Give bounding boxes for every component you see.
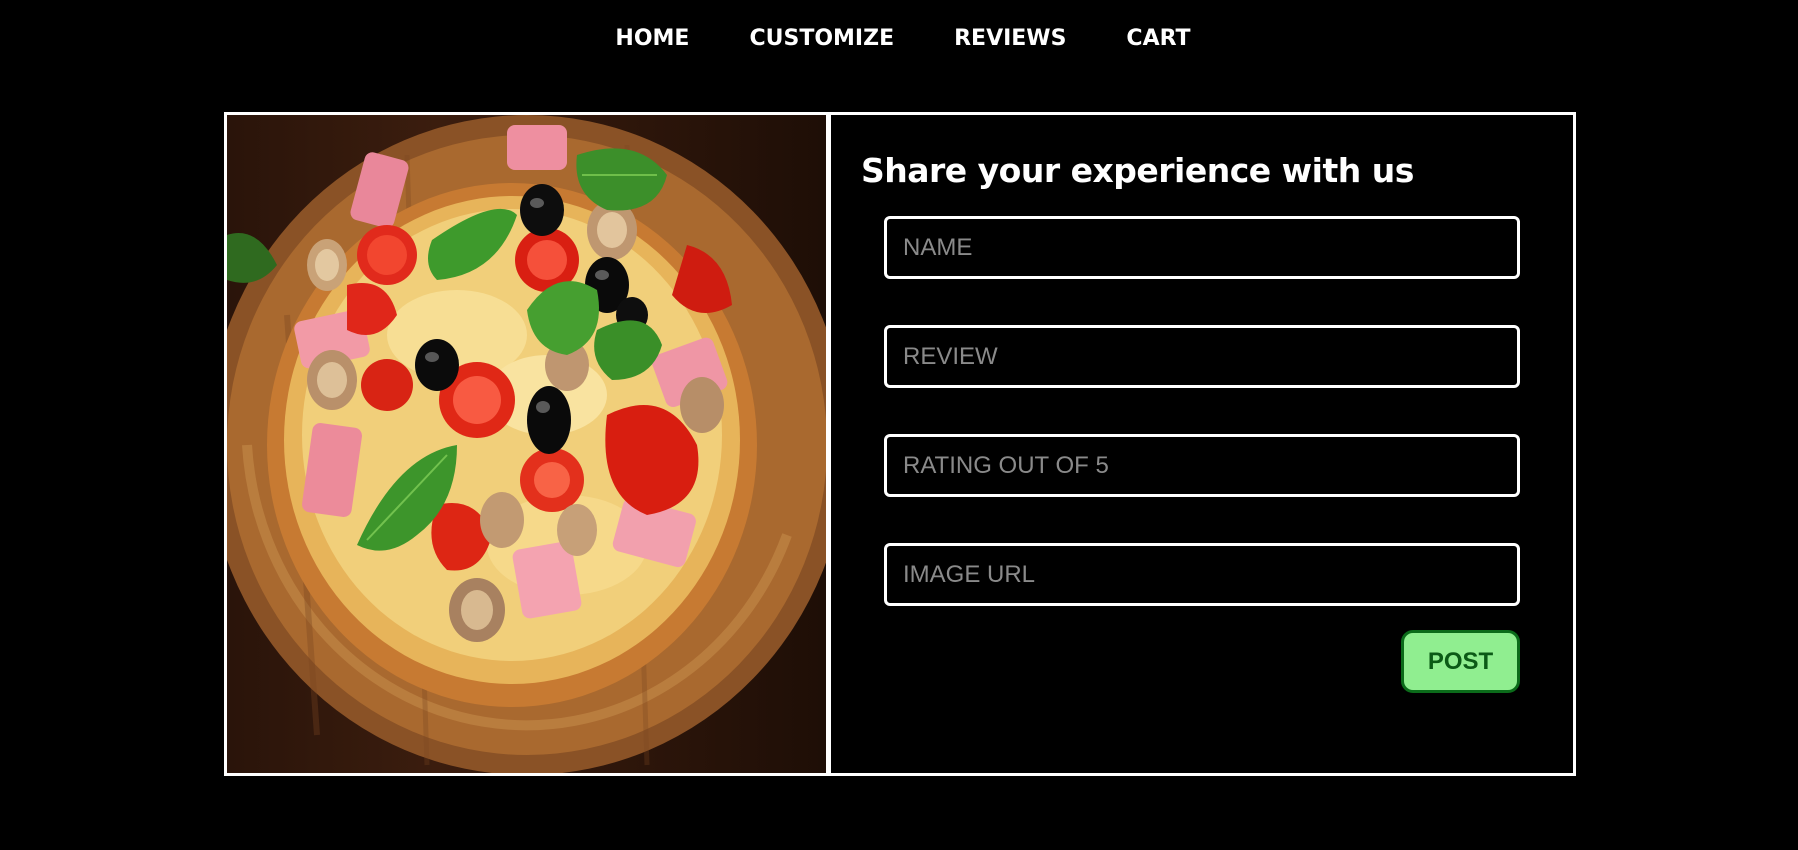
pizza-illustration	[227, 115, 826, 773]
review-form: Share your experience with us POST	[831, 115, 1573, 773]
nav-reviews-link[interactable]: REVIEWS	[954, 26, 1066, 51]
rating-input[interactable]	[884, 434, 1520, 497]
main-nav: HOME CUSTOMIZE REVIEWS CART	[0, 0, 1798, 76]
nav-customize-link[interactable]: CUSTOMIZE	[749, 26, 894, 51]
nav-home-link[interactable]: HOME	[615, 26, 689, 51]
review-input[interactable]	[884, 325, 1520, 388]
pizza-image	[227, 115, 831, 773]
image-url-input[interactable]	[884, 543, 1520, 606]
post-button[interactable]: POST	[1401, 630, 1520, 693]
review-card: Share your experience with us POST	[224, 112, 1576, 776]
name-input[interactable]	[884, 216, 1520, 279]
nav-cart-link[interactable]: CART	[1126, 26, 1190, 51]
form-title: Share your experience with us	[861, 151, 1414, 190]
